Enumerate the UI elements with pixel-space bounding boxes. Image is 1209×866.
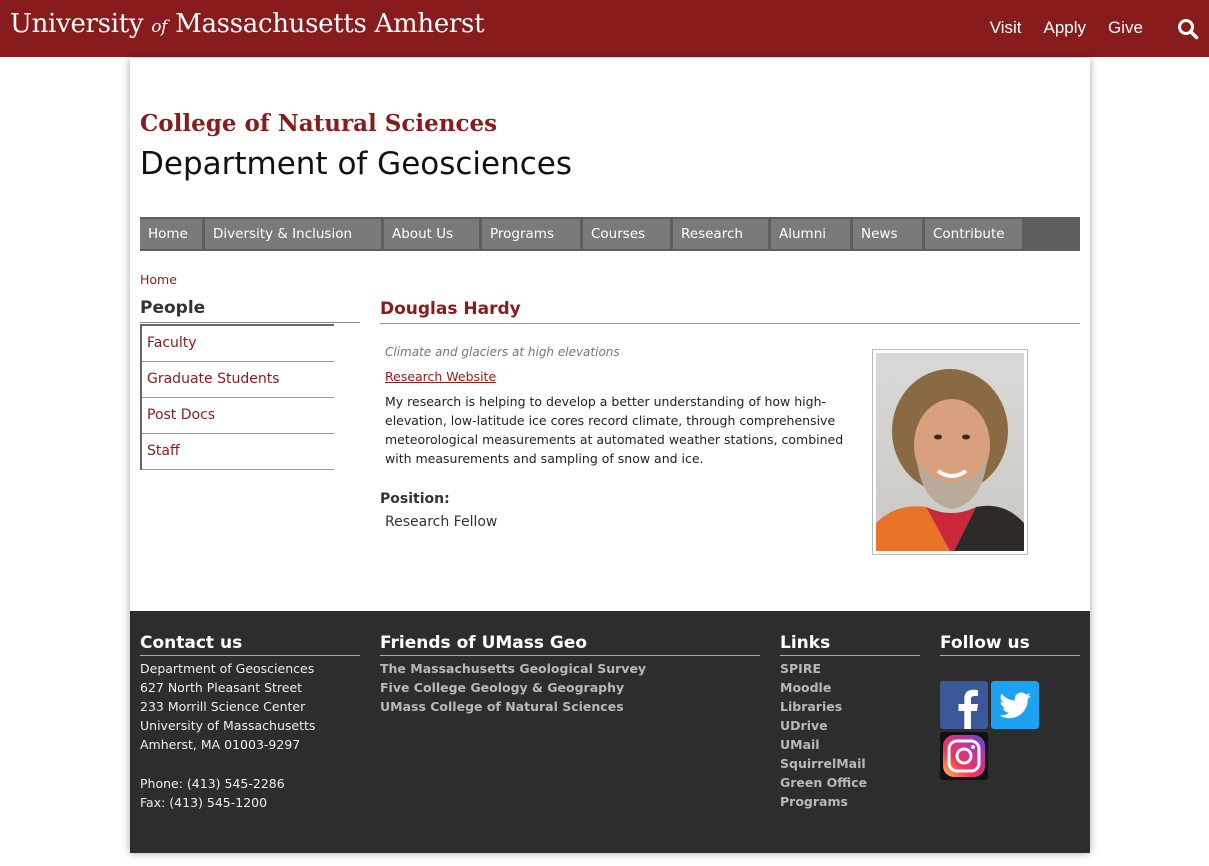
sidebar-item-post-docs[interactable]: Post Docs <box>142 398 334 434</box>
footer-link-programs[interactable]: Programs <box>780 792 920 811</box>
sidebar-item-faculty[interactable]: Faculty <box>142 326 334 362</box>
contact-spacer <box>140 754 360 774</box>
university-logo[interactable]: University of Massachusetts Amherst <box>10 9 485 39</box>
footer-link-green-office[interactable]: Green Office <box>780 773 920 792</box>
nav-item-diversity[interactable]: Diversity & Inclusion <box>205 219 381 249</box>
nav-item-research[interactable]: Research <box>673 219 768 249</box>
position-value: Research Fellow <box>385 514 498 530</box>
nav-item-programs[interactable]: Programs <box>482 219 580 249</box>
footer-link-spire[interactable]: SPIRE <box>780 659 920 678</box>
page-title: Douglas Hardy <box>380 299 1080 324</box>
footer-link-moodle[interactable]: Moodle <box>780 678 920 697</box>
department-title[interactable]: Department of Geosciences <box>140 146 572 182</box>
search-icon[interactable] <box>1177 18 1199 40</box>
links-heading: Links <box>780 633 920 656</box>
top-bar: University of Massachusetts Amherst Visi… <box>0 0 1209 57</box>
profile-tagline: Climate and glaciers at high elevations <box>385 345 620 359</box>
profile-photo <box>872 349 1028 555</box>
footer-contact: Contact us Department of Geosciences 627… <box>140 633 360 812</box>
contact-fax: Fax: (413) 545-1200 <box>140 795 268 810</box>
contact-heading: Contact us <box>140 633 360 656</box>
give-link[interactable]: Give <box>1108 18 1143 38</box>
nav-item-home[interactable]: Home <box>140 219 202 249</box>
follow-heading: Follow us <box>940 633 1080 656</box>
brand-place: Massachusetts Amherst <box>175 9 485 39</box>
sidebar-item-graduate-students[interactable]: Graduate Students <box>142 362 334 398</box>
sidebar-item-staff[interactable]: Staff <box>142 434 334 470</box>
footer-links: Links SPIRE Moodle Libraries UDrive UMai… <box>780 633 920 811</box>
site-footer: Contact us Department of Geosciences 627… <box>130 611 1090 853</box>
contact-line: 233 Morrill Science Center <box>140 699 306 714</box>
top-links: Visit Apply Give <box>990 18 1143 38</box>
brand-of: of <box>151 17 168 37</box>
brand-university: University <box>10 9 144 39</box>
research-website-link[interactable]: Research Website <box>385 369 496 384</box>
apply-link[interactable]: Apply <box>1044 18 1087 38</box>
footer-follow: Follow us <box>940 633 1080 659</box>
footer-link-umail[interactable]: UMail <box>780 735 920 754</box>
nav-item-news[interactable]: News <box>853 219 922 249</box>
sidebar-title: People <box>140 298 360 323</box>
college-title[interactable]: College of Natural Sciences <box>140 110 497 137</box>
nav-item-alumni[interactable]: Alumni <box>771 219 850 249</box>
contact-line: 627 North Pleasant Street <box>140 680 303 695</box>
breadcrumb-home[interactable]: Home <box>140 272 177 287</box>
position-label: Position: <box>380 491 450 507</box>
facebook-icon[interactable] <box>940 681 988 729</box>
friends-heading: Friends of UMass Geo <box>380 633 760 656</box>
portrait-image <box>876 353 1024 551</box>
nav-item-about[interactable]: About Us <box>384 219 479 249</box>
contact-phone: Phone: (413) 545-2286 <box>140 776 285 791</box>
nav-item-courses[interactable]: Courses <box>583 219 670 249</box>
footer-link-udrive[interactable]: UDrive <box>780 716 920 735</box>
footer-link-libraries[interactable]: Libraries <box>780 697 920 716</box>
friends-link[interactable]: Five College Geology & Geography <box>380 678 760 697</box>
friends-link[interactable]: UMass College of Natural Sciences <box>380 697 760 716</box>
footer-friends: Friends of UMass Geo The Massachusetts G… <box>380 633 760 716</box>
nav-item-contribute[interactable]: Contribute <box>925 219 1022 249</box>
sidebar-menu: Faculty Graduate Students Post Docs Staf… <box>140 324 334 470</box>
footer-link-squirrelmail[interactable]: SquirrelMail <box>780 754 920 773</box>
instagram-icon[interactable] <box>940 732 988 780</box>
contact-line: Amherst, MA 01003-9297 <box>140 737 301 752</box>
contact-line: University of Massachusetts <box>140 718 316 733</box>
contact-line: Department of Geosciences <box>140 661 315 676</box>
twitter-icon[interactable] <box>991 681 1039 729</box>
friends-link[interactable]: The Massachusetts Geological Survey <box>380 659 760 678</box>
page-content: College of Natural Sciences Department o… <box>130 58 1090 853</box>
profile-bio: My research is helping to develop a bett… <box>385 394 844 466</box>
visit-link[interactable]: Visit <box>990 18 1022 38</box>
main-nav: Home Diversity & Inclusion About Us Prog… <box>140 217 1080 251</box>
